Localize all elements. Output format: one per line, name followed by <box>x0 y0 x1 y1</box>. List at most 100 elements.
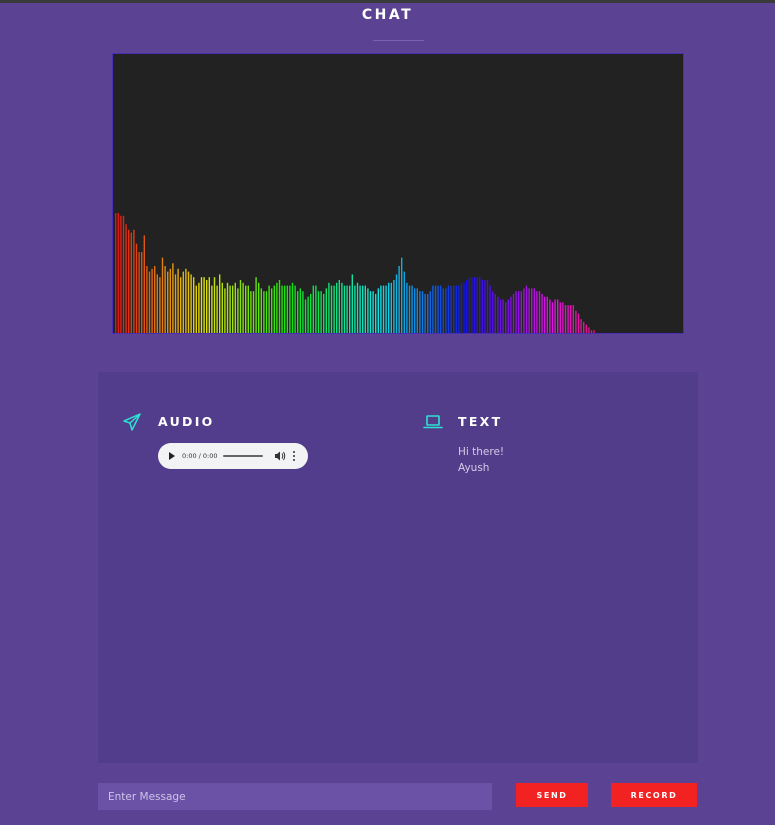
visualizer-bar <box>273 285 275 333</box>
visualizer-bar <box>369 291 372 333</box>
visualizer-bar <box>120 215 122 333</box>
visualizer-bar <box>172 263 174 333</box>
visualizer-bar <box>299 288 301 333</box>
visualizer-bar <box>427 293 429 333</box>
visualizer-bar <box>533 288 535 333</box>
visualizer-bar <box>115 213 117 333</box>
visualizer-bar <box>294 285 296 333</box>
visualizer-bar <box>169 268 171 333</box>
visualizer-bar <box>499 299 502 333</box>
visualizer-bar <box>518 291 520 333</box>
visualizer-bar <box>284 285 286 333</box>
visualizer-bar <box>466 280 468 333</box>
visualizer-bar <box>403 271 405 333</box>
visualizer-bar <box>122 215 125 333</box>
visualizer-bar <box>143 235 145 333</box>
visualizer-bar <box>167 271 169 333</box>
visualizer-bar <box>512 293 515 333</box>
visualizer-bar <box>289 285 291 333</box>
visualizer-bar <box>473 277 476 333</box>
visualizer-bar <box>445 288 447 333</box>
play-icon[interactable] <box>169 452 175 460</box>
visualizer-bar <box>434 285 437 333</box>
visualizer-bar <box>193 277 195 333</box>
visualizer-bar <box>338 280 340 333</box>
visualizer-bar <box>419 291 421 333</box>
visualizer-bar <box>554 299 556 333</box>
more-options-icon[interactable] <box>293 451 296 461</box>
send-button[interactable]: SEND <box>516 783 588 807</box>
visualizer-bar <box>302 291 304 333</box>
message-item: Hi there! <box>458 446 505 458</box>
visualizer-bar <box>208 277 210 333</box>
visualizer-bar <box>364 285 366 333</box>
visualizer-bar <box>460 282 463 333</box>
title-underline <box>373 40 424 41</box>
visualizer-bar <box>471 277 473 333</box>
audio-progress-track[interactable] <box>223 455 263 457</box>
audio-player[interactable]: 0:00 / 0:00 <box>158 443 308 469</box>
visualizer-bar <box>325 288 327 333</box>
visualizer-bar <box>458 285 460 333</box>
volume-icon[interactable] <box>274 450 286 462</box>
text-panel-title: TEXT <box>458 414 503 429</box>
visualizer-bar <box>317 291 320 333</box>
visualizer-bar <box>557 299 559 333</box>
visualizer-bar <box>336 282 338 333</box>
visualizer-bar <box>463 282 465 333</box>
visualizer-bar <box>377 288 379 333</box>
visualizer-bar <box>442 288 444 333</box>
audio-visualizer <box>112 53 684 334</box>
visualizer-bar <box>372 291 374 333</box>
visualizer-bar <box>151 268 153 333</box>
text-panel-header: TEXT <box>398 412 698 432</box>
visualizer-bar <box>195 285 197 333</box>
visualizer-bar <box>382 285 385 333</box>
laptop-icon <box>423 412 443 432</box>
visualizer-bar <box>354 285 356 333</box>
visualizer-bar <box>219 274 221 333</box>
visualizer-bar <box>148 271 151 333</box>
visualizer-bar <box>234 282 236 333</box>
visualizer-bar <box>538 291 541 333</box>
visualizer-bar <box>390 282 392 333</box>
visualizer-bar <box>536 291 538 333</box>
visualizer-bar <box>260 288 262 333</box>
visualizer-bar <box>393 280 395 333</box>
visualizer-bar <box>276 282 278 333</box>
visualizer-bar <box>174 274 177 333</box>
visualizer-bar <box>523 288 525 333</box>
visualizer-bar <box>229 285 231 333</box>
visualizer-bar <box>255 277 257 333</box>
visualizer-bar <box>541 293 543 333</box>
visualizer-bar <box>528 288 530 333</box>
visualizer-bar <box>323 293 325 333</box>
visualizer-bar <box>572 305 574 333</box>
visualizer-bar <box>424 293 426 333</box>
visualizer-bar <box>481 280 483 333</box>
visualizer-bar <box>180 277 182 333</box>
visualizer-bar <box>510 296 512 333</box>
visualizer-bar <box>312 285 314 333</box>
visualizer-bar <box>263 291 265 333</box>
audio-panel-title: AUDIO <box>158 414 215 429</box>
visualizer-bar <box>138 252 140 333</box>
text-panel: TEXT Hi there! Ayush <box>398 372 698 763</box>
visualizer-bar <box>213 277 216 333</box>
visualizer-bar <box>468 277 470 333</box>
visualizer-bar <box>226 282 229 333</box>
visualizer-bar <box>133 229 135 333</box>
record-button[interactable]: RECORD <box>611 783 697 807</box>
audio-panel-header: AUDIO <box>98 412 398 432</box>
message-input[interactable] <box>98 783 492 810</box>
visualizer-bar <box>343 285 346 333</box>
visualizer-bar <box>385 285 387 333</box>
visualizer-bar <box>380 285 382 333</box>
visualizer-bar <box>320 291 322 333</box>
visualizer-bar <box>544 296 546 333</box>
visualizer-bar <box>520 291 522 333</box>
visualizer-bar <box>203 277 205 333</box>
visualizer-bar <box>125 224 127 333</box>
visualizer-bar <box>395 274 398 333</box>
visualizer-bar <box>575 310 577 333</box>
